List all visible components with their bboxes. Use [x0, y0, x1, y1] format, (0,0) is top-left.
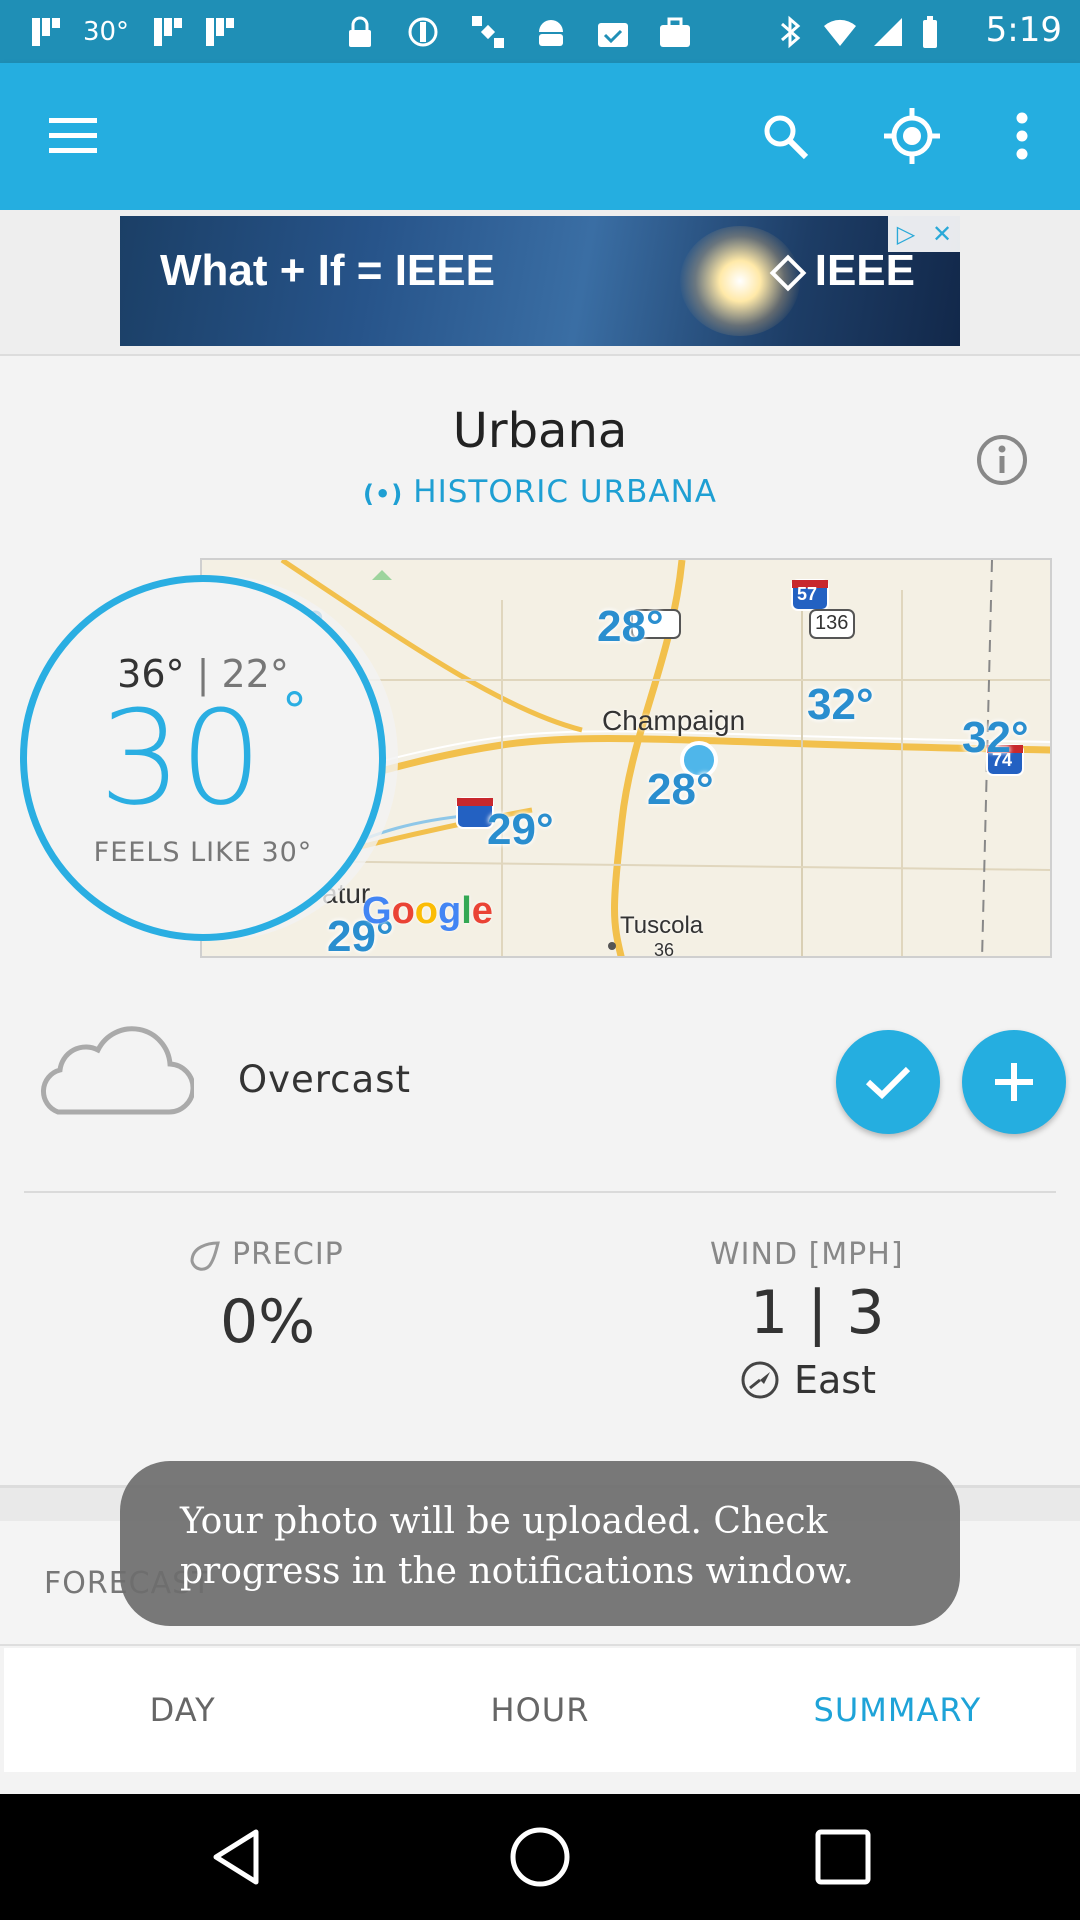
app-bar [0, 63, 1080, 210]
search-button[interactable] [745, 96, 825, 176]
wind-value: 1 | 3 [750, 1278, 885, 1348]
info-icon [977, 435, 1027, 485]
current-temp-circle[interactable]: 36° | 22° 30 ° FEELS LIKE 30° [20, 575, 386, 941]
my-location-button[interactable] [872, 96, 952, 176]
map-temp-label: 32° [807, 680, 874, 729]
back-button[interactable] [201, 1822, 271, 1892]
signal-icon [870, 14, 906, 50]
precip-label: PRECIP [188, 1237, 344, 1273]
precip-value: 0% [220, 1287, 316, 1357]
temp-indicator: 30° [82, 17, 130, 47]
map-place-label: Tuscola [620, 912, 704, 939]
map-highway-shield: 57 [797, 584, 818, 604]
wifi-icon [822, 14, 858, 50]
compass-icon [741, 1361, 779, 1399]
map-temp-label: 28° [647, 765, 714, 814]
ad-headline: What + If = IEEE [160, 246, 495, 295]
map-highway-shield: 74 [992, 750, 1013, 770]
upload-toast: Your photo will be uploaded. Check progr… [120, 1461, 960, 1626]
navigation-bar [0, 1794, 1080, 1920]
battery-icon [912, 14, 948, 50]
map-temp-label: 28° [597, 602, 664, 651]
station-selector[interactable]: (•) HISTORIC URBANA [0, 474, 1080, 510]
recents-button[interactable] [808, 1822, 878, 1892]
home-button[interactable] [505, 1822, 575, 1892]
condition-text: Overcast [238, 1058, 411, 1101]
more-vert-icon [1016, 112, 1028, 160]
app-icon [202, 14, 238, 50]
wind-label: WIND [MPH] [710, 1237, 904, 1272]
city-name: Urbana [452, 403, 628, 459]
divider [24, 1191, 1056, 1193]
ad-brand: IEEE [769, 246, 915, 296]
check-icon [865, 1066, 911, 1100]
add-button[interactable] [962, 1030, 1066, 1134]
recents-icon [815, 1829, 871, 1885]
ad-banner-container: What + If = IEEE IEEE ▷ ✕ [0, 210, 1080, 356]
status-bar: 30° 5:19 [0, 0, 1080, 63]
android-icon [533, 14, 569, 50]
map-highway-shield: 36 [654, 940, 675, 958]
menu-icon [49, 118, 97, 153]
menu-button[interactable] [33, 96, 113, 176]
my-location-icon [884, 108, 940, 164]
task-check-icon [595, 14, 631, 50]
ad-controls: ▷ ✕ [888, 216, 960, 252]
ad-brand-text: IEEE [814, 246, 915, 295]
ad-choices-icon[interactable]: ▷ [888, 216, 924, 252]
current-temp-degree: ° [282, 682, 307, 740]
confirm-button[interactable] [836, 1030, 940, 1134]
home-icon [510, 1827, 570, 1887]
ad-close-icon[interactable]: ✕ [924, 216, 960, 252]
precip-label-text: PRECIP [232, 1237, 344, 1272]
plus-icon [995, 1063, 1033, 1101]
cloud-icon [40, 1026, 194, 1115]
map-highway-shield: 136 [815, 612, 849, 634]
lock-icon [342, 14, 378, 50]
station-name: HISTORIC URBANA [413, 474, 718, 510]
clock: 5:19 [985, 10, 1062, 50]
tab-summary[interactable]: SUMMARY [719, 1648, 1076, 1772]
app-icon [28, 14, 64, 50]
ieee-logo-icon [769, 254, 807, 292]
overflow-menu-button[interactable] [982, 96, 1062, 176]
google-attribution: Google [362, 890, 493, 932]
feels-like: FEELS LIKE 30° [27, 837, 379, 868]
current-temp: 30 [99, 682, 262, 834]
info-button[interactable] [975, 433, 1029, 487]
map-temp-label: 29° [487, 805, 554, 854]
feels-like-label: FEELS LIKE [93, 837, 252, 868]
bluetooth-icon [772, 14, 808, 50]
tab-hour[interactable]: HOUR [361, 1648, 718, 1772]
wind-direction-text: East [794, 1358, 876, 1402]
back-icon [213, 1829, 259, 1885]
pin-icon [405, 14, 441, 50]
ad-banner[interactable]: What + If = IEEE IEEE ▷ ✕ [120, 216, 960, 346]
feels-like-value: 30° [261, 837, 313, 868]
forecast-tabs: DAY HOUR SUMMARY [4, 1648, 1076, 1772]
search-icon [764, 115, 809, 160]
satellite-icon [470, 14, 506, 50]
map-place-label: Champaign [602, 705, 746, 736]
tab-day[interactable]: DAY [4, 1648, 361, 1772]
wind-direction: East [740, 1358, 876, 1402]
briefcase-icon [657, 14, 693, 50]
app-icon [150, 14, 186, 50]
raindrop-icon [190, 1240, 220, 1271]
broadcast-icon: (•) [362, 480, 404, 508]
